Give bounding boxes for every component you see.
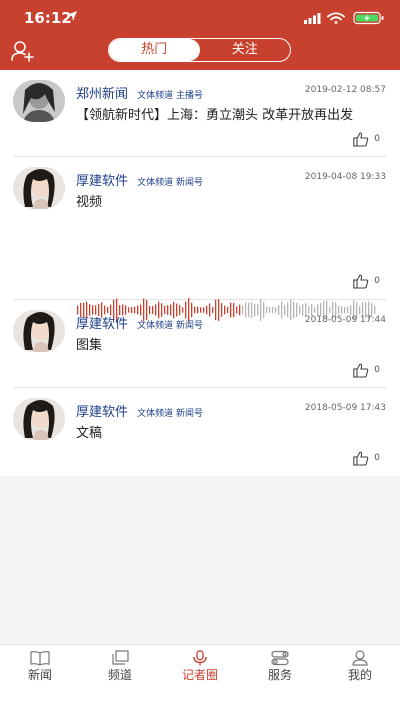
status-indicators bbox=[304, 11, 384, 25]
thumbs-up-icon bbox=[353, 131, 369, 147]
feed-post[interactable]: 厚建软件 文体频道 新闻号 2018-05-09 17:43 文稿 0 bbox=[0, 388, 400, 476]
avatar[interactable] bbox=[13, 167, 65, 209]
like-button[interactable]: 0 bbox=[353, 362, 380, 378]
toggle-icon bbox=[271, 650, 289, 666]
post-content[interactable]: 图集 bbox=[76, 334, 386, 353]
avatar[interactable] bbox=[13, 398, 65, 440]
tab-channel[interactable]: 频道 bbox=[80, 645, 160, 711]
tab-mine[interactable]: 我的 bbox=[320, 645, 400, 711]
post-content[interactable]: 【领航新时代】上海：勇立潮头 改革开放再出发 bbox=[76, 104, 386, 123]
avatar-image bbox=[13, 167, 65, 209]
like-count: 0 bbox=[374, 134, 380, 144]
tab-label: 服务 bbox=[267, 668, 292, 682]
status-bar: 16:12 bbox=[0, 0, 400, 36]
post-time: 2018-05-09 17:43 bbox=[304, 403, 386, 413]
wifi-icon bbox=[327, 12, 345, 24]
avatar[interactable] bbox=[13, 310, 65, 352]
tab-label: 频道 bbox=[107, 668, 132, 682]
thumbs-up-icon bbox=[353, 362, 369, 378]
post-header: 郑州新闻 文体频道 主播号 2019-02-12 08:57 bbox=[76, 83, 386, 102]
author-name[interactable]: 厚建软件 bbox=[76, 174, 128, 189]
feed-post[interactable]: 郑州新闻 文体频道 主播号 2019-02-12 08:57 【领航新时代】上海… bbox=[0, 70, 400, 157]
microphone-icon bbox=[193, 650, 207, 666]
post-content[interactable]: 文稿 bbox=[76, 422, 386, 441]
post-header: 厚建软件 文体频道 新闻号 2018-05-09 17:44 bbox=[76, 313, 386, 332]
post-time: 2019-02-12 08:57 bbox=[304, 85, 386, 95]
feed-list: 郑州新闻 文体频道 主播号 2019-02-12 08:57 【领航新时代】上海… bbox=[0, 70, 400, 476]
like-button[interactable]: 0 bbox=[353, 273, 380, 289]
layers-icon bbox=[112, 650, 129, 665]
feed-tab-switcher: 热门 关注 bbox=[108, 38, 291, 62]
bottom-tab-bar: 新闻 频道 记者圈 服务 我的 bbox=[0, 644, 400, 711]
like-count: 0 bbox=[374, 276, 380, 286]
tab-reporter-circle[interactable]: 记者圈 bbox=[160, 645, 240, 711]
author-tags: 文体频道 新闻号 bbox=[137, 178, 203, 188]
like-button[interactable]: 0 bbox=[353, 131, 380, 147]
tab-service[interactable]: 服务 bbox=[240, 645, 320, 711]
like-count: 0 bbox=[374, 365, 380, 375]
tab-label: 记者圈 bbox=[181, 668, 218, 682]
tab-hot[interactable]: 热门 bbox=[109, 39, 200, 61]
tab-label: 我的 bbox=[347, 668, 372, 682]
feed-post[interactable]: 厚建软件 文体频道 新闻号 2018-05-09 17:44 图集 0 bbox=[0, 300, 400, 388]
post-content[interactable]: 视频 bbox=[76, 191, 386, 210]
status-time: 16:12 bbox=[24, 9, 72, 27]
feed-post[interactable]: 厚建软件 文体频道 新闻号 2019-04-08 19:33 视频 0 bbox=[0, 157, 400, 300]
app-header: 16:12 热门 关注 bbox=[0, 0, 400, 70]
author-name[interactable]: 厚建软件 bbox=[76, 317, 128, 332]
battery-icon bbox=[353, 11, 384, 25]
author-tags: 文体频道 主播号 bbox=[137, 91, 203, 101]
post-header: 厚建软件 文体频道 新闻号 2018-05-09 17:43 bbox=[76, 401, 386, 420]
avatar-image bbox=[13, 310, 65, 352]
like-count: 0 bbox=[374, 453, 380, 463]
author-name[interactable]: 郑州新闻 bbox=[76, 87, 128, 102]
post-time: 2019-04-08 19:33 bbox=[304, 172, 386, 182]
signal-icon bbox=[304, 13, 321, 24]
tab-label: 新闻 bbox=[27, 668, 52, 682]
add-friend-icon[interactable] bbox=[10, 40, 34, 62]
avatar-image bbox=[13, 398, 65, 440]
thumbs-up-icon bbox=[353, 273, 369, 289]
post-header: 厚建软件 文体频道 新闻号 2019-04-08 19:33 bbox=[76, 170, 386, 189]
post-time: 2018-05-09 17:44 bbox=[304, 315, 386, 325]
like-button[interactable]: 0 bbox=[353, 450, 380, 466]
user-icon bbox=[352, 650, 368, 666]
author-tags: 文体频道 新闻号 bbox=[137, 409, 203, 419]
location-arrow-icon bbox=[67, 11, 77, 21]
avatar[interactable] bbox=[13, 80, 65, 122]
tab-following[interactable]: 关注 bbox=[200, 39, 291, 61]
author-name[interactable]: 厚建软件 bbox=[76, 405, 128, 420]
thumbs-up-icon bbox=[353, 450, 369, 466]
tab-news[interactable]: 新闻 bbox=[0, 645, 80, 711]
book-icon bbox=[30, 651, 50, 666]
avatar-image bbox=[13, 80, 65, 122]
author-tags: 文体频道 新闻号 bbox=[137, 321, 203, 331]
